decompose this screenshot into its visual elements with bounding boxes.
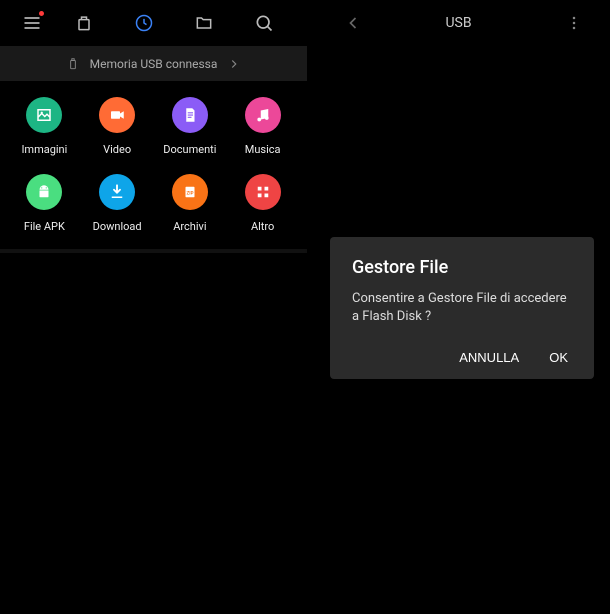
cancel-button[interactable]: ANNULLA: [459, 350, 519, 365]
image-icon: [26, 97, 62, 133]
download-icon: [99, 174, 135, 210]
left-pane: Memoria USB connessa Immagini Video: [0, 0, 307, 614]
category-immagini[interactable]: Immagini: [8, 97, 81, 156]
category-label: Video: [103, 143, 131, 156]
music-icon: [245, 97, 281, 133]
svg-text:ZIP: ZIP: [186, 190, 193, 196]
dialog-title: Gestore File: [352, 257, 572, 278]
category-video[interactable]: Video: [81, 97, 154, 156]
chevron-right-icon: [227, 57, 241, 71]
grid-icon: [245, 174, 281, 210]
category-label: Altro: [251, 220, 274, 233]
usb-banner[interactable]: Memoria USB connessa: [0, 46, 307, 81]
banner-text: Memoria USB connessa: [90, 57, 218, 71]
category-label: Immagini: [21, 143, 67, 156]
notification-dot: [39, 11, 44, 16]
page-title: USB: [445, 15, 471, 31]
zip-icon: ZIP: [172, 174, 208, 210]
category-apk[interactable]: File APK: [8, 174, 81, 233]
category-label: Download: [93, 220, 142, 233]
back-button[interactable]: [331, 1, 375, 45]
permission-dialog: Gestore File Consentire a Gestore File d…: [330, 237, 594, 379]
left-top-bar: [0, 0, 307, 46]
category-altro[interactable]: Altro: [226, 174, 299, 233]
category-documenti[interactable]: Documenti: [154, 97, 227, 156]
right-top-bar: USB: [307, 0, 610, 46]
category-label: Musica: [245, 143, 281, 156]
video-icon: [99, 97, 135, 133]
menu-button[interactable]: [10, 1, 54, 45]
category-archivi[interactable]: ZIP Archivi: [154, 174, 227, 233]
folder-icon[interactable]: [174, 1, 234, 45]
recent-icon[interactable]: [114, 1, 174, 45]
android-icon: [26, 174, 62, 210]
divider: [0, 249, 307, 253]
dialog-message: Consentire a Gestore File di accedere a …: [352, 290, 572, 326]
ok-button[interactable]: OK: [549, 350, 568, 365]
category-download[interactable]: Download: [81, 174, 154, 233]
usb-icon: [66, 57, 80, 71]
storage-icon[interactable]: [54, 1, 114, 45]
category-label: Documenti: [163, 143, 216, 156]
search-icon[interactable]: [234, 1, 294, 45]
dialog-actions: ANNULLA OK: [352, 350, 572, 365]
category-label: Archivi: [173, 220, 206, 233]
category-label: File APK: [24, 220, 65, 233]
document-icon: [172, 97, 208, 133]
more-button[interactable]: [552, 1, 596, 45]
category-grid: Immagini Video Documenti Musica: [0, 81, 307, 249]
category-musica[interactable]: Musica: [226, 97, 299, 156]
